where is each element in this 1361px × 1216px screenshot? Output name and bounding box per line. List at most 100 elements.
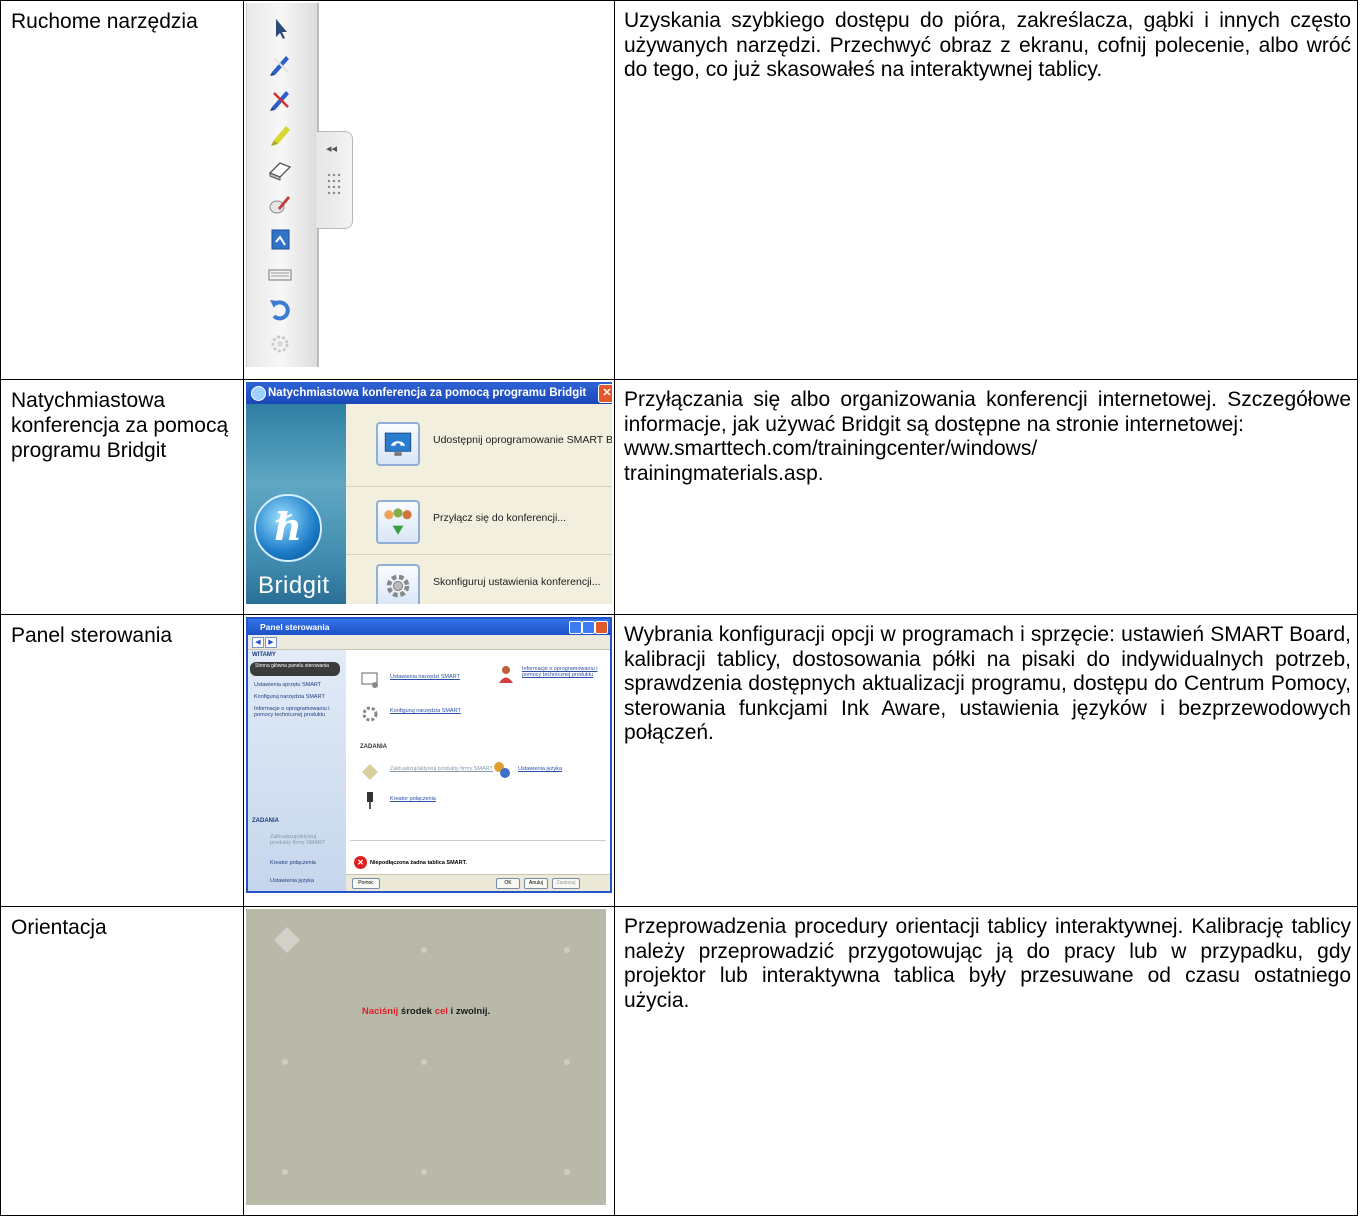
sidebar-task-connection[interactable]: Kreator połączenia (270, 860, 316, 866)
feature-image: Panel sterowania ◀ ▶ WITAMY Strona główn… (243, 614, 615, 907)
feature-description: Uzyskania szybkiego dostępu do pióra, za… (614, 0, 1358, 380)
description-text: Przyłączania się albo organizowania konf… (624, 388, 1351, 436)
sidebar-item-home[interactable]: Strona główna panelu sterowania (250, 662, 340, 676)
bridgit-titlebar: Natychmiastowa konferencja za pomocą pro… (246, 382, 612, 404)
update-icon[interactable] (360, 762, 380, 782)
floating-toolbar (246, 3, 319, 367)
support-person-icon[interactable] (496, 664, 516, 684)
orientation-screen[interactable]: Naciśnij środek cel i zwolnij. (246, 909, 606, 1205)
bridgit-logo-icon: ℏ (254, 494, 322, 562)
target-dot (282, 1059, 288, 1065)
settings-icon[interactable] (266, 330, 294, 358)
sidebar-item-tools[interactable]: Konfiguruj narzędzia SMART (254, 694, 325, 700)
join-conference-icon[interactable] (376, 500, 420, 544)
instruction-part: i zwolnij. (447, 1006, 491, 1017)
main-link-board-settings[interactable]: Ustawienia narzędzi SMART (390, 674, 460, 680)
bridgit-window: Natychmiastowa konferencja za pomocą pro… (246, 382, 612, 604)
bridgit-title: Natychmiastowa konferencja za pomocą pro… (268, 387, 587, 399)
configure-settings-option[interactable]: Skonfiguruj ustawienia konferencji... (376, 564, 612, 604)
ok-button[interactable]: OK (496, 878, 520, 889)
board-settings-icon[interactable] (360, 670, 380, 690)
main-link-update[interactable]: Zaktualizuj/aktywuj produkty firmy SMART (390, 766, 493, 772)
collapse-arrow-icon[interactable]: ◂◂ (326, 142, 337, 155)
help-button[interactable]: Pomoc (352, 878, 380, 889)
divider (346, 486, 612, 487)
feature-name: Orientacja (0, 906, 244, 1216)
table-row: Orientacja Naciśnij środek cel i zwolnij… (0, 906, 1358, 1216)
status-message: ✕ Niepodłączona żadna tablica SMART. (354, 856, 467, 869)
instruction-part: cel (434, 1006, 448, 1017)
panel-title: Panel sterowania (260, 622, 330, 632)
main-link-connection[interactable]: Kreator połączenia (390, 796, 436, 802)
description-text: Wybrania konfiguracji opcji w programach… (624, 623, 1351, 744)
screen-capture-icon[interactable] (266, 225, 294, 253)
target-dot (421, 1059, 427, 1065)
description-text: Uzyskania szybkiego dostępu do pióra, za… (624, 9, 1351, 81)
instruction-part: środek (398, 1006, 435, 1017)
main-link-language[interactable]: Ustawienia języka (518, 766, 562, 772)
maximize-icon[interactable] (582, 621, 595, 634)
target-cross-icon (274, 927, 300, 953)
description-url-line: www.smarttech.com/trainingcenter/windows… (624, 437, 1038, 460)
undo-icon[interactable] (266, 295, 294, 323)
main-link-info[interactable]: Informacje o oprogramowaniu i pomocy tec… (522, 666, 602, 678)
sidebar-header: WITAMY (252, 652, 276, 658)
sidebar-item-info[interactable]: Informacje o oprogramowaniu i pomocy tec… (254, 706, 340, 718)
close-icon[interactable]: ✕ (598, 384, 612, 403)
keyboard-icon[interactable] (266, 260, 294, 288)
feature-description: Przyłączania się albo organizowania konf… (614, 379, 1358, 615)
toolbar-collapse-tab[interactable]: ◂◂ (316, 131, 353, 229)
back-icon[interactable]: ◀ (252, 637, 264, 648)
grip-dots-icon (327, 173, 341, 195)
eraser-icon[interactable] (266, 155, 294, 183)
panel-titlebar: Panel sterowania (248, 619, 610, 635)
highlighter-icon[interactable] (266, 120, 294, 148)
gear-icon[interactable] (376, 564, 420, 604)
share-software-option[interactable]: Udostępnij oprogramowanie SMART Board... (376, 422, 612, 474)
pen-blue-icon[interactable] (266, 50, 294, 78)
bridgit-side-panel: ℏ Bridgit (246, 404, 346, 604)
arrow-pointer-icon[interactable] (266, 15, 294, 43)
feature-name: Panel sterowania (0, 614, 244, 907)
feature-image: Naciśnij środek cel i zwolnij. (243, 906, 615, 1216)
panel-navbar: ◀ ▶ (248, 635, 610, 650)
feature-name: Ruchome narzędzia (0, 0, 244, 380)
pen-red-icon[interactable] (266, 85, 294, 113)
divider (346, 554, 612, 555)
feature-image: ◂◂ (243, 0, 615, 380)
instruction-part: Naciśnij (361, 1006, 399, 1017)
feature-description: Przeprowadzenia procedury orientacji tab… (614, 906, 1358, 1216)
panel-sidebar: WITAMY Strona główna panelu sterowania U… (248, 650, 346, 891)
sidebar-item-hardware[interactable]: Ustawienia sprzętu SMART (254, 682, 321, 688)
bridgit-window-icon (251, 386, 266, 401)
table-row: Ruchome narzędzia ◂◂ Uzyskania szybkiego… (0, 0, 1358, 380)
minimize-icon[interactable] (569, 621, 582, 634)
description-url-line: trainingmaterials.asp. (624, 461, 824, 485)
forward-icon[interactable]: ▶ (265, 637, 277, 648)
table-row: Panel sterowania Panel sterowania ◀ ▶ WI… (0, 614, 1358, 907)
connection-wizard-icon[interactable] (360, 790, 380, 810)
join-conference-option[interactable]: Przyłącz się do konferencji... (376, 500, 612, 552)
option-label: Przyłącz się do konferencji... (433, 512, 567, 524)
target-dot (564, 1169, 570, 1175)
sidebar-task-update[interactable]: Zaktualizuj/aktywuj produkty firmy SMART (270, 834, 330, 846)
main-tasks-header: ZADANIA (360, 744, 387, 750)
feature-image: Natychmiastowa konferencja za pomocą pro… (243, 379, 615, 615)
main-link-configure-tools[interactable]: Konfiguruj narzędzia SMART (390, 708, 461, 714)
features-table: Ruchome narzędzia ◂◂ Uzyskania szybkiego… (0, 0, 1358, 1216)
error-icon: ✕ (354, 856, 367, 869)
panel-buttonbar: Pomoc OK Anuluj Zastosuj (346, 874, 610, 891)
magic-pen-icon[interactable] (266, 190, 294, 218)
bridgit-brand: Bridgit (258, 572, 330, 599)
close-icon[interactable] (595, 621, 608, 634)
target-dot (564, 1059, 570, 1065)
orientation-instruction: Naciśnij środek cel i zwolnij. (246, 1006, 606, 1017)
sidebar-task-language[interactable]: Ustawienia języka (270, 878, 314, 884)
target-dot (282, 1169, 288, 1175)
cancel-button[interactable]: Anuluj (524, 878, 548, 889)
share-screen-icon[interactable] (376, 422, 420, 466)
feature-name: Natychmiastowa konferencja za pomocą pro… (0, 379, 244, 615)
apply-button[interactable]: Zastosuj (552, 878, 580, 889)
gear-icon[interactable] (360, 704, 380, 724)
language-icon[interactable] (492, 760, 512, 780)
